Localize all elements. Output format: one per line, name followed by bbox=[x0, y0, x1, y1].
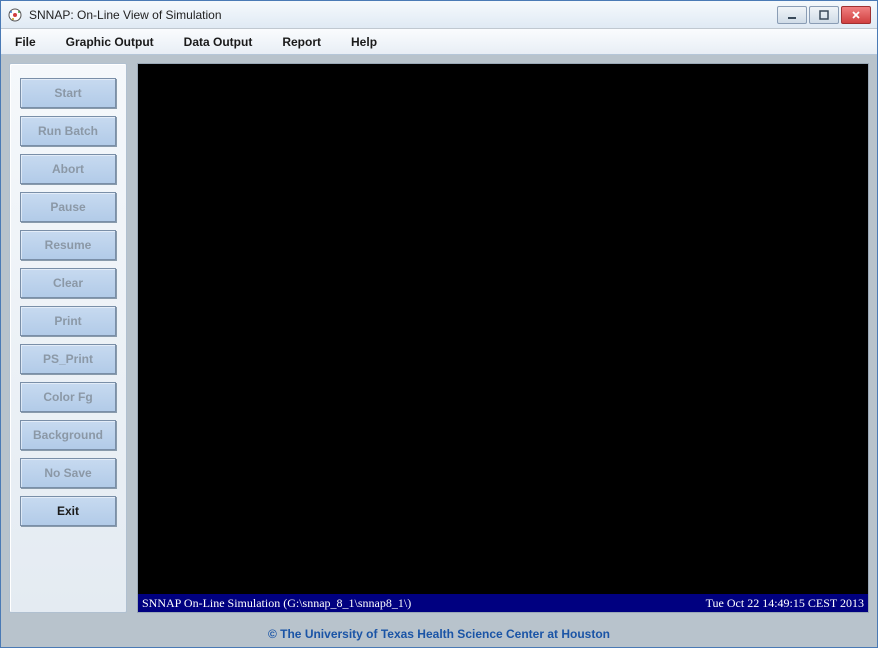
menu-report[interactable]: Report bbox=[276, 33, 327, 51]
main-panel: SNNAP On-Line Simulation (G:\snnap_8_1\s… bbox=[137, 63, 869, 613]
pause-button[interactable]: Pause bbox=[20, 192, 116, 222]
exit-button[interactable]: Exit bbox=[20, 496, 116, 526]
app-icon bbox=[7, 7, 23, 23]
simulation-canvas bbox=[138, 64, 868, 594]
menu-data-output[interactable]: Data Output bbox=[178, 33, 259, 51]
maximize-icon bbox=[819, 10, 829, 20]
minimize-icon bbox=[787, 10, 797, 20]
minimize-button[interactable] bbox=[777, 6, 807, 24]
run-batch-button[interactable]: Run Batch bbox=[20, 116, 116, 146]
close-icon bbox=[851, 10, 861, 20]
footer: © The University of Texas Health Science… bbox=[1, 621, 877, 647]
status-left: SNNAP On-Line Simulation (G:\snnap_8_1\s… bbox=[142, 596, 706, 611]
menu-help[interactable]: Help bbox=[345, 33, 383, 51]
close-button[interactable] bbox=[841, 6, 871, 24]
window-controls bbox=[777, 6, 871, 24]
resume-button[interactable]: Resume bbox=[20, 230, 116, 260]
status-bar: SNNAP On-Line Simulation (G:\snnap_8_1\s… bbox=[138, 594, 868, 612]
maximize-button[interactable] bbox=[809, 6, 839, 24]
sidebar: Start Run Batch Abort Pause Resume Clear… bbox=[9, 63, 127, 613]
menu-graphic-output[interactable]: Graphic Output bbox=[60, 33, 160, 51]
client-area: Start Run Batch Abort Pause Resume Clear… bbox=[1, 55, 877, 621]
color-fg-button[interactable]: Color Fg bbox=[20, 382, 116, 412]
footer-text: © The University of Texas Health Science… bbox=[268, 627, 610, 641]
titlebar: SNNAP: On-Line View of Simulation bbox=[1, 1, 877, 29]
menu-file[interactable]: File bbox=[9, 33, 42, 51]
menubar: File Graphic Output Data Output Report H… bbox=[1, 29, 877, 55]
start-button[interactable]: Start bbox=[20, 78, 116, 108]
clear-button[interactable]: Clear bbox=[20, 268, 116, 298]
status-right: Tue Oct 22 14:49:15 CEST 2013 bbox=[706, 596, 864, 611]
no-save-button[interactable]: No Save bbox=[20, 458, 116, 488]
window-title: SNNAP: On-Line View of Simulation bbox=[29, 8, 777, 22]
background-button[interactable]: Background bbox=[20, 420, 116, 450]
abort-button[interactable]: Abort bbox=[20, 154, 116, 184]
print-button[interactable]: Print bbox=[20, 306, 116, 336]
app-window: SNNAP: On-Line View of Simulation File bbox=[0, 0, 878, 648]
ps-print-button[interactable]: PS_Print bbox=[20, 344, 116, 374]
